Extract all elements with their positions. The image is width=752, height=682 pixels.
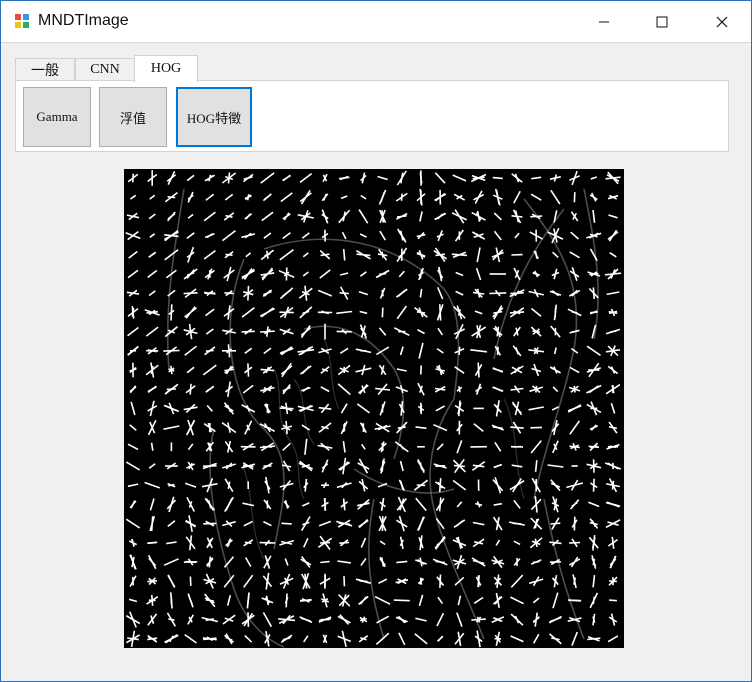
gamma-button[interactable]: Gamma xyxy=(23,87,91,147)
hog-cell-stroke xyxy=(150,516,154,531)
hog-cell-stroke xyxy=(241,330,255,333)
hog-cell-stroke xyxy=(550,522,561,525)
hog-cell-stroke xyxy=(247,363,250,377)
hog-cell-stroke xyxy=(320,560,330,564)
hog-cell-stroke xyxy=(183,292,198,295)
hog-cell-stroke xyxy=(592,596,596,605)
hog-cell-stroke xyxy=(167,196,176,199)
title-bar[interactable]: MNDTImage xyxy=(1,1,751,43)
hog-cell-stroke xyxy=(225,253,233,256)
hog-cell-stroke xyxy=(471,618,486,621)
tab-cnn[interactable]: CNN xyxy=(75,58,135,80)
hog-cell-stroke xyxy=(492,176,503,180)
maximize-button[interactable] xyxy=(633,1,691,42)
hog-cell-stroke xyxy=(569,541,581,544)
hog-cell-stroke xyxy=(227,539,231,546)
hog-cell-stroke xyxy=(393,599,410,602)
close-icon xyxy=(716,16,728,27)
hog-cell-stroke xyxy=(131,307,135,317)
hog-cell-stroke xyxy=(151,594,154,606)
tab-page-hog: Gamma 浮值 HOG特徵 xyxy=(15,80,729,152)
hog-cell-stroke xyxy=(590,311,598,314)
hog-cell-stroke xyxy=(509,311,525,314)
close-button[interactable] xyxy=(693,1,751,42)
app-icon xyxy=(15,14,29,28)
hog-cell-stroke xyxy=(224,292,234,295)
hog-cell-stroke xyxy=(163,349,180,352)
image-display xyxy=(124,169,624,648)
hog-cell-stroke xyxy=(189,383,192,395)
hog-cell-stroke xyxy=(530,215,543,218)
minimize-button[interactable] xyxy=(575,1,633,42)
hog-feature-image xyxy=(124,169,624,648)
hog-cell-stroke xyxy=(281,522,292,525)
hog-cell-stroke xyxy=(477,362,480,378)
hog-cell-stroke xyxy=(439,304,442,321)
hog-cell-stroke xyxy=(609,599,617,602)
float-value-button[interactable]: 浮值 xyxy=(99,87,167,147)
app-window: MNDTImage 一般 CNN HOG Gamma 浮值 HOG特徵 xyxy=(0,0,752,682)
hog-feature-button[interactable]: HOG特徵 xyxy=(176,87,252,147)
window-title: MNDTImage xyxy=(38,12,129,29)
hog-cell-stroke xyxy=(381,289,384,297)
hog-cell-stroke xyxy=(438,478,442,493)
hog-cell-stroke xyxy=(458,346,461,355)
minimize-icon xyxy=(599,21,609,22)
hog-cell-stroke xyxy=(170,304,173,321)
hog-cell-stroke xyxy=(131,173,135,183)
tab-hog[interactable]: HOG xyxy=(134,55,198,82)
hog-cell-stroke xyxy=(205,349,214,352)
tab-general[interactable]: 一般 xyxy=(15,58,75,80)
hog-cell-stroke xyxy=(588,445,600,449)
hog-cell-stroke xyxy=(381,442,384,451)
maximize-icon xyxy=(656,16,668,27)
hog-cell-stroke xyxy=(611,480,615,490)
hog-cell-stroke xyxy=(342,249,346,261)
hog-cell-stroke xyxy=(379,272,387,276)
hog-cell-stroke xyxy=(510,426,524,429)
